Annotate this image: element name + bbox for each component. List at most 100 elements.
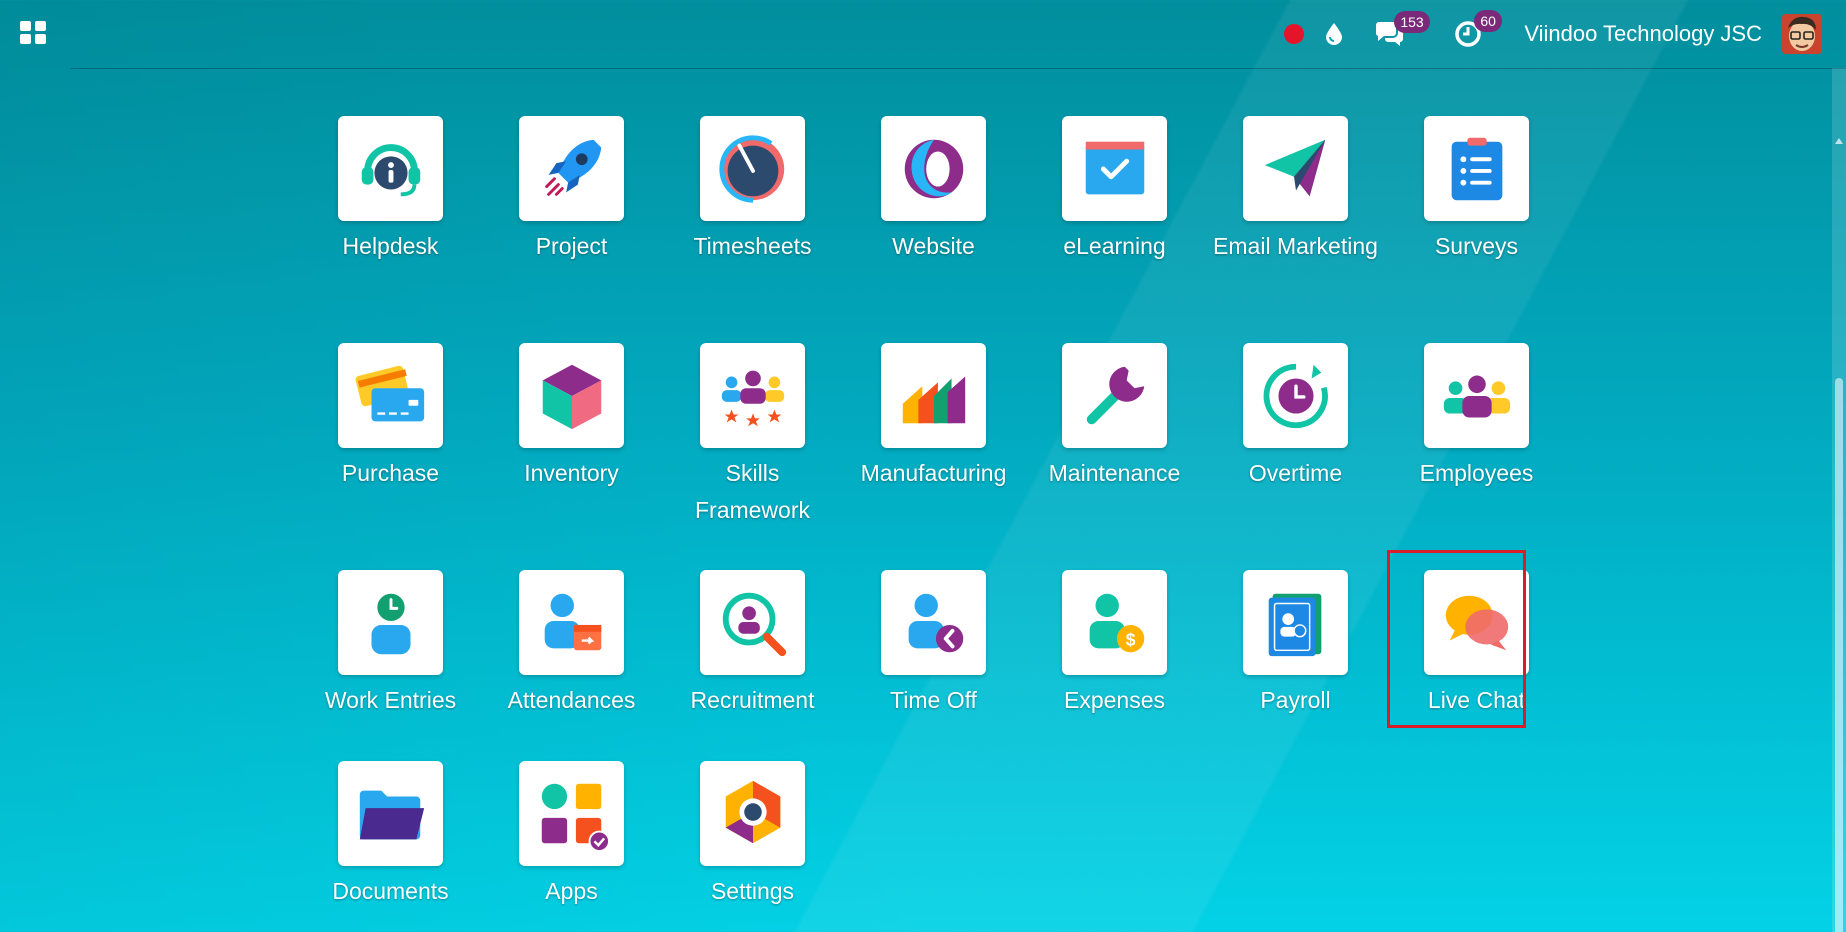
wrench-icon [1086,366,1144,424]
activity-menu[interactable]: 60 [1454,10,1502,48]
app-tile: $ [1062,570,1167,675]
app-label: Email Marketing [1213,233,1378,259]
app-elearning[interactable]: eLearning [1024,116,1205,343]
app-tile [881,570,986,675]
droplet-icon [1326,23,1343,45]
user-avatar-icon [1782,14,1822,54]
credit-cards-icon [355,365,424,421]
gauge-icon [718,134,787,203]
app-overtime[interactable]: Overtime [1205,343,1386,570]
app-label: Employees [1419,460,1534,486]
helpdesk-icon [361,143,420,196]
app-tile [338,761,443,866]
app-work-entries[interactable]: Work Entries [300,570,481,761]
person-dollar-icon: $ [1089,593,1144,652]
app-attendances[interactable]: Attendances [481,570,662,761]
app-tile [1424,570,1529,675]
app-tile [338,570,443,675]
navbar-divider [70,68,1846,69]
magnifier-person-icon [722,592,786,656]
app-maintenance[interactable]: Maintenance [1024,343,1205,570]
app-label: Timesheets [693,233,812,259]
app-tile [338,116,443,221]
app-helpdesk[interactable]: Helpdesk [300,116,481,343]
app-tile [519,761,624,866]
app-timesheets[interactable]: Timesheets [662,116,843,343]
app-inventory[interactable]: Inventory [481,343,662,570]
app-label: Inventory [524,460,619,486]
user-avatar[interactable] [1782,14,1822,54]
app-tile [700,761,805,866]
app-tile [881,343,986,448]
app-label: Payroll [1260,687,1331,713]
app-skills-framework[interactable]: Skills Framework [662,343,843,570]
app-tile [1424,343,1529,448]
app-tile [700,570,805,675]
payroll-book-icon [1268,593,1321,656]
app-tile [1243,116,1348,221]
app-label: Maintenance [1048,460,1181,486]
clock-cycle-icon [1263,363,1328,428]
app-expenses[interactable]: $ Expenses [1024,570,1205,761]
person-calendar-icon [544,593,601,650]
company-switcher[interactable]: Viindoo Technology JSC [1524,21,1762,47]
app-label: Attendances [507,687,636,713]
app-live-chat[interactable]: Live Chat [1386,570,1567,761]
app-label: Overtime [1248,460,1343,486]
app-label: Helpdesk [342,233,439,259]
app-purchase[interactable]: Purchase [300,343,481,570]
app-label: Apps [545,878,598,904]
app-documents[interactable]: Documents [300,761,481,910]
messaging-menu[interactable]: 153 [1374,11,1430,47]
app-label: Work Entries [324,687,457,713]
app-label: Settings [710,878,795,904]
recording-indicator[interactable] [1284,24,1305,44]
app-tile [519,570,624,675]
folder-icon [359,790,424,839]
app-settings[interactable]: Settings [662,761,843,910]
app-label: eLearning [1063,233,1166,259]
cube-icon [542,364,601,429]
app-payroll[interactable]: Payroll [1205,570,1386,761]
people-group-icon [1443,375,1510,417]
app-tile [1243,570,1348,675]
scrollbar[interactable] [1832,68,1846,932]
paper-plane-icon [1264,139,1325,196]
systray: 153 60 Viindoo Technology JSC [1264,10,1822,54]
checkbox-calendar-icon [1085,141,1144,194]
app-label: Live Chat [1427,687,1526,713]
apps-grid: Helpdesk Project Timesheets Website eLea… [300,116,1540,910]
scroll-up-arrow-icon[interactable] [1835,138,1843,144]
app-project[interactable]: Project [481,116,662,343]
app-recruitment[interactable]: Recruitment [662,570,843,761]
app-label: Expenses [1063,687,1165,713]
app-surveys[interactable]: Surveys [1386,116,1567,343]
app-manufacturing[interactable]: Manufacturing [843,343,1024,570]
app-label: Website [892,233,975,259]
messages-badge: 153 [1394,11,1430,33]
app-email-marketing[interactable]: Email Marketing [1205,116,1386,343]
app-label: Project [535,233,608,259]
app-time-off[interactable]: Time Off [843,570,1024,761]
record-dot-icon [1284,24,1305,44]
app-tile [338,343,443,448]
app-website[interactable]: Website [843,116,1024,343]
app-tile [700,343,805,448]
scrollbar-thumb[interactable] [1835,378,1843,932]
app-label: Purchase [341,460,440,486]
app-menu-toggle-icon[interactable] [20,21,46,45]
hexagon-gear-icon [725,780,780,843]
person-back-icon [908,593,963,652]
app-tile [519,343,624,448]
theme-toggle[interactable] [1324,22,1344,46]
person-clock-icon [371,593,410,654]
app-label: Surveys [1434,233,1519,259]
app-apps[interactable]: Apps [481,761,662,910]
globe-icon [904,139,963,198]
team-stars-icon [721,370,784,426]
app-tile [1062,116,1167,221]
chat-bubbles-icon [1445,595,1508,650]
app-employees[interactable]: Employees [1386,343,1567,570]
factory-icon [902,376,965,423]
app-label: Skills Framework [694,460,810,523]
